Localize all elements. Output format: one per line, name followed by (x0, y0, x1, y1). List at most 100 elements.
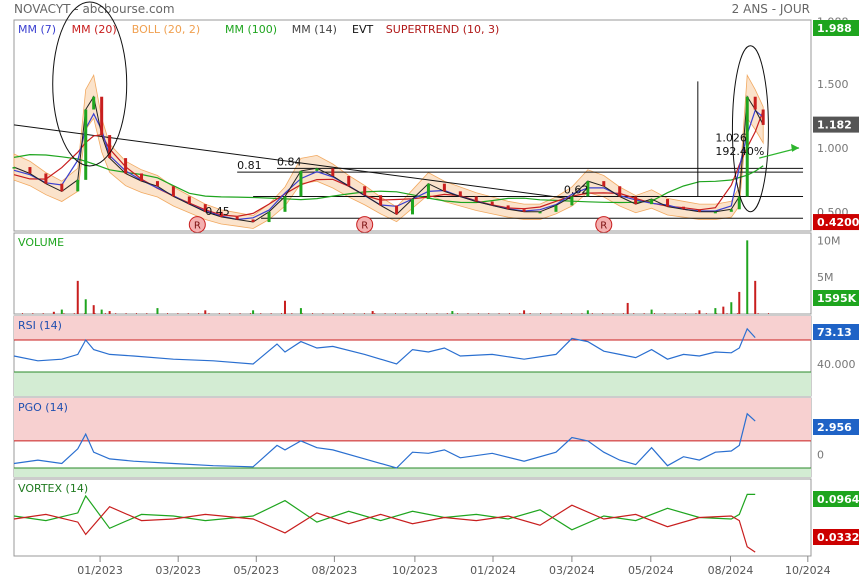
volume-bar-21 (730, 302, 733, 314)
volume-tick (218, 313, 220, 314)
price-badges: 1.988 1.182 0.4200 (813, 20, 860, 231)
candle-45 (697, 209, 701, 212)
price-badge-2-text: 0.4200 (817, 216, 860, 229)
volume-bar-5 (100, 309, 103, 314)
vortex-badge-0: 0.0964 (813, 491, 860, 507)
x-tick-label-0: 01/2023 (77, 564, 123, 577)
x-tick-label-7: 05/2024 (628, 564, 674, 577)
volume-tick (426, 313, 428, 314)
x-tick-label-4: 10/2023 (392, 564, 438, 577)
x-tick-label-3: 08/2023 (312, 564, 358, 577)
legend-item-3: MM (100) (225, 23, 277, 36)
x-axis: 01/2023 03/2023 05/2023 08/2023 10/2023 01/20… (77, 556, 831, 577)
price-panel: MM (7) MM (20) BOLL (20, 2) MM (100) MM (14)… (12, 1, 860, 234)
price-legend: MM (7) MM (20) BOLL (20, 2) MM (100) MM (14)… (18, 23, 499, 36)
volume-tick (135, 313, 137, 314)
volume-bar-1 (60, 309, 63, 314)
volume-bar-9 (252, 310, 255, 314)
x-tick-label-9: 10/2024 (785, 564, 831, 577)
candle-28 (426, 183, 430, 200)
volume-tick (187, 313, 189, 314)
volume-bar-3 (84, 299, 87, 314)
volume-bar-11 (299, 308, 302, 314)
legend-item-4: MM (14) (292, 23, 337, 36)
vortex-badges: 0.0964 0.0332 (813, 491, 860, 545)
volume-tick (384, 313, 386, 314)
legend-item-0: MM (7) (18, 23, 56, 36)
candle-51 (761, 109, 765, 125)
candle-50 (753, 96, 757, 110)
volume-tick (705, 313, 707, 314)
vortex-badge-1: 0.0332 (813, 529, 859, 545)
price-annotation-0: 0.81 (237, 159, 262, 172)
volume-bar-10 (283, 300, 286, 314)
vortex-title: VORTEX (14) (18, 482, 88, 495)
volume-tick (685, 313, 687, 314)
rsi-overbought-band (14, 316, 811, 340)
volume-bar-4 (92, 305, 95, 314)
candle-2 (44, 173, 48, 184)
candle-26 (395, 205, 399, 215)
rsi-oversold-band (14, 372, 811, 396)
legend-item-1: MM (20) (72, 23, 117, 36)
volume-tick (312, 313, 314, 314)
volume-tick (519, 313, 521, 314)
legend-item-6: SUPERTREND (10, 3) (386, 23, 500, 36)
volume-tick (167, 313, 169, 314)
volume-bar-15 (586, 310, 589, 314)
candle-23 (347, 176, 351, 187)
candle-43 (666, 199, 670, 207)
volume-tick (653, 313, 655, 314)
price-badge-1: 1.182 (813, 116, 859, 133)
volume-tick (488, 313, 490, 314)
candle-34 (522, 209, 526, 212)
candle-44 (681, 206, 685, 210)
volume-y-axis: 10M 5M (817, 234, 841, 284)
volume-tick (260, 313, 262, 314)
volume-tick (508, 313, 510, 314)
volume-tick (198, 313, 200, 314)
price-annotation-1: 0.84 (277, 155, 302, 168)
candle-36 (554, 205, 558, 212)
vortex-panel: VORTEX (14) 0.0964 0.0332 (13, 478, 860, 557)
candle-7 (100, 96, 104, 136)
volume-tick (767, 313, 769, 314)
pgo-high-band (14, 398, 811, 441)
volume-bar-17 (650, 309, 653, 314)
candle-6 (92, 96, 96, 110)
reversal-label-6: R (194, 221, 201, 232)
price-y-tick-1: 1.500 (817, 78, 849, 91)
chart-source-title: NOVACYT - abcbourse.com (14, 2, 175, 16)
volume-bar-0 (52, 311, 55, 314)
volume-bar-12 (371, 311, 374, 314)
candle-33 (506, 205, 510, 210)
volume-title: VOLUME (18, 236, 64, 249)
candle-18 (267, 211, 271, 223)
volume-bar-22 (738, 291, 741, 314)
volume-tick (436, 313, 438, 314)
volume-badge-label-text: 1595K (817, 292, 857, 305)
volume-tick (239, 313, 241, 314)
candle-27 (411, 199, 414, 215)
volume-tick (343, 313, 345, 314)
candle-11 (155, 181, 159, 187)
rsi-panel: RSI (14) 40.000 73.13 (13, 315, 859, 397)
volume-bar-18 (698, 310, 701, 314)
volume-tick (21, 313, 23, 314)
rsi-title: RSI (14) (18, 319, 62, 332)
volume-tick (115, 313, 117, 314)
candle-40 (618, 186, 622, 197)
volume-bar-2 (76, 280, 79, 314)
volume-bar-7 (156, 308, 159, 314)
volume-tick (736, 313, 738, 314)
volume-bar-24 (754, 280, 757, 314)
x-tick-label-2: 05/2023 (233, 564, 279, 577)
price-badge-1-text: 1.182 (817, 119, 852, 132)
volume-tick (457, 313, 459, 314)
candle-37 (570, 196, 574, 206)
pgo-y-axis: 0 (817, 448, 824, 461)
candle-3 (60, 183, 64, 192)
volume-bar-8 (204, 310, 207, 314)
volume-tick (622, 313, 624, 314)
vortex-badge-0-text: 0.0964 (817, 493, 860, 506)
